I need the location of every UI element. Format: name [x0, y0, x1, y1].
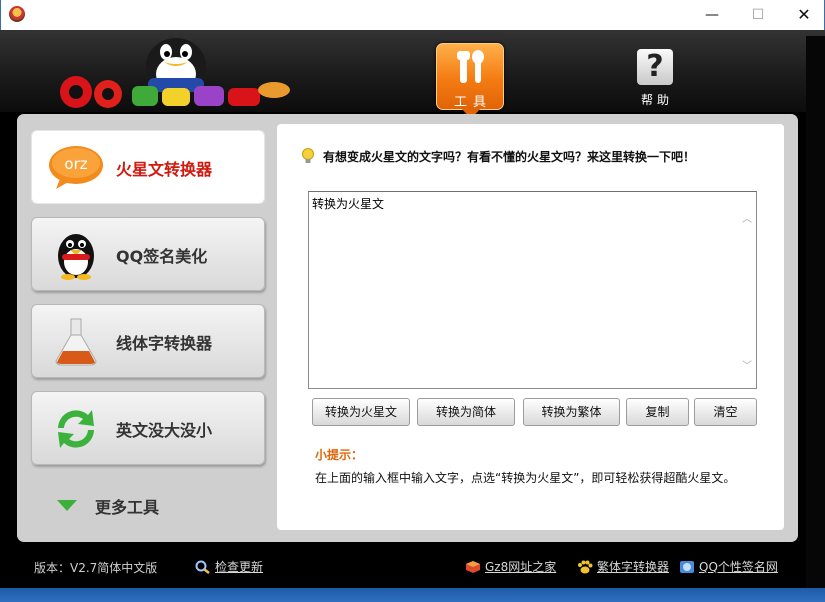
sidebar-item-english-case[interactable]: 英文没大没小: [31, 391, 265, 465]
help-label: 帮助: [640, 93, 673, 107]
footer-link-label: 繁体字转换器: [597, 560, 670, 574]
check-update-link[interactable]: 检查更新: [195, 558, 263, 575]
sidebar-item-label: 英文没大没小: [116, 421, 213, 440]
footer-bar: 版本：V2.7简体中文版 检查更新 Gz8网址之家 繁体字转换器 QQ个性签名网: [0, 548, 825, 588]
copy-button[interactable]: 复制: [626, 398, 689, 426]
app-icon: [9, 6, 25, 22]
scroll-down-icon[interactable]: ﹀: [742, 357, 752, 372]
sidebar-item-label: 火星文转换器: [116, 160, 213, 179]
tip-body: 在上面的输入框中输入文字，点选“转换为火星文”，即可轻松获得超酷火星文。: [315, 471, 736, 485]
footer-link-qq-signature-site[interactable]: QQ个性签名网: [679, 558, 778, 575]
globe-icon: [680, 561, 694, 573]
svg-text:orz: orz: [64, 155, 87, 173]
convert-to-simplified-button[interactable]: 转换为简体: [417, 398, 515, 426]
orz-bubble-icon: orz: [49, 146, 103, 189]
flask-icon: [55, 318, 97, 366]
expand-triangle-icon: [57, 500, 77, 511]
sidebar-item-qq-signature[interactable]: QQ签名美化: [31, 217, 265, 291]
sidebar-item-line-font-converter[interactable]: 线体字转换器: [31, 304, 265, 378]
footer-link-traditional-converter[interactable]: 繁体字转换器: [577, 558, 669, 575]
footer-link-label: Gz8网址之家: [485, 560, 557, 574]
qq-signature-logo: [60, 38, 290, 108]
check-update-label: 检查更新: [215, 560, 264, 574]
more-tools-label: 更多工具: [95, 498, 160, 517]
sidebar-item-martian-converter[interactable]: orz 火星文转换器: [31, 130, 265, 204]
conversion-input[interactable]: 转换为火星文: [308, 191, 757, 389]
sidebar: orz 火星文转换器 QQ签名美化 线体字转换器 英文没大没小 更多工具: [27, 124, 277, 530]
footer-link-label: QQ个性签名网: [699, 560, 778, 574]
scroll-up-icon[interactable]: ︿: [742, 210, 752, 225]
help-tab[interactable]: ? 帮助: [628, 47, 682, 111]
tools-label: 工具: [453, 95, 492, 110]
convert-to-traditional-button[interactable]: 转换为繁体: [523, 398, 620, 426]
main-panel: orz 火星文转换器 QQ签名美化 线体字转换器 英文没大没小 更多工具 有想变…: [17, 114, 798, 542]
maximize-button[interactable]: ☐: [735, 0, 781, 30]
sidebar-item-label: QQ签名美化: [116, 247, 208, 266]
qq-penguin-icon: [58, 234, 94, 280]
minimize-button[interactable]: —: [689, 0, 735, 30]
paw-icon: [578, 560, 593, 574]
clear-button[interactable]: 清空: [694, 398, 757, 426]
convert-to-martian-button[interactable]: 转换为火星文: [312, 398, 410, 426]
tip-title: 小提示：: [315, 448, 364, 462]
title-bar: — ☐ ✕: [0, 0, 825, 30]
footer-link-gz8[interactable]: Gz8网址之家: [465, 558, 556, 575]
tools-icon: [457, 50, 484, 83]
close-button[interactable]: ✕: [781, 0, 825, 30]
prompt-text: 有想变成火星文的文字吗？有看不懂的火星文吗？来这里转换一下吧！: [323, 150, 696, 164]
cube-icon: [466, 561, 480, 573]
input-scrollbar[interactable]: ︿ ﹀: [739, 192, 756, 388]
window-bottom-edge: [0, 588, 825, 602]
header-band: 工具 ? 帮助: [0, 30, 825, 119]
sidebar-item-label: 线体字转换器: [116, 334, 213, 353]
magnifier-icon: [195, 560, 210, 574]
tools-tab[interactable]: 工具: [436, 43, 504, 119]
version-text: 版本：V2.7简体中文版: [34, 561, 158, 575]
refresh-arrows-icon: [58, 410, 94, 448]
lightbulb-icon: [302, 148, 314, 163]
converter-content: 有想变成火星文的文字吗？有看不懂的火星文吗？来这里转换一下吧！ 转换为火星文 ︿…: [277, 124, 784, 530]
help-icon: ?: [637, 49, 673, 85]
right-edge-decoration: [806, 36, 825, 596]
